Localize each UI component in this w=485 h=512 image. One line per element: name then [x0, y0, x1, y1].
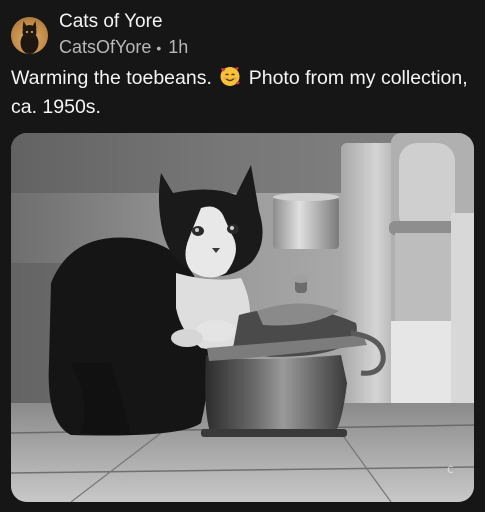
meta-separator: • — [156, 40, 162, 56]
cat-avatar-icon — [20, 21, 39, 54]
photo-watermark: c — [447, 462, 454, 476]
smiling-face-with-hearts-emoji-icon — [220, 67, 240, 86]
author-avatar[interactable] — [11, 17, 48, 54]
post-meta: CatsOfYore • 1h — [59, 36, 188, 59]
author-name[interactable]: Cats of Yore — [59, 11, 163, 33]
post-timestamp[interactable]: 1h — [168, 37, 188, 57]
caption-text-start: Warming the toebeans. — [11, 67, 212, 89]
post-header: Cats of Yore CatsOfYore • 1h — [10, 10, 470, 60]
post-caption: Warming the toebeans. Photo from my coll… — [11, 64, 471, 122]
cat-and-kettle-photo: c — [11, 133, 474, 502]
social-post: Cats of Yore CatsOfYore • 1h Warming the t… — [0, 0, 485, 512]
post-photo[interactable]: c — [11, 133, 474, 502]
author-handle[interactable]: CatsOfYore — [59, 37, 151, 57]
